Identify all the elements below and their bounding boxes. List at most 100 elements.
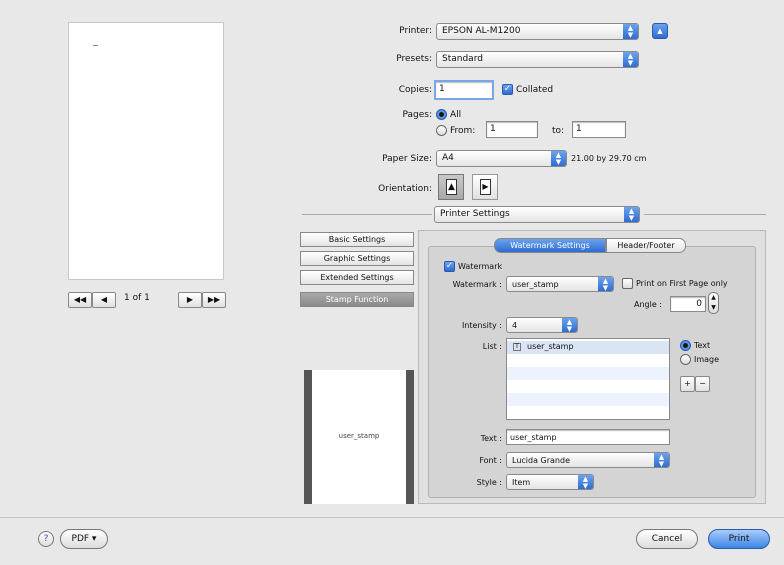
separator — [644, 214, 766, 215]
printer-value: EPSON AL-M1200 — [442, 26, 521, 36]
footer-divider — [0, 517, 784, 518]
help-button[interactable]: ? — [38, 531, 54, 547]
chevron-updown-icon: ▲ ▼ — [624, 207, 639, 222]
list-label: List : — [482, 342, 502, 351]
pages-to-input[interactable]: 1 — [572, 121, 626, 138]
list-row-empty — [507, 367, 669, 380]
prev-page-button[interactable]: ◀ — [92, 292, 116, 308]
presets-label: Presets: — [396, 54, 432, 64]
next-page-button[interactable]: ▶ — [178, 292, 202, 308]
presets-popup[interactable]: Standard ▲ ▼ — [436, 51, 639, 68]
collated-checkbox[interactable]: ✓ — [502, 84, 513, 95]
intensity-select[interactable]: 4 ▲ ▼ — [506, 317, 578, 333]
watermark-select[interactable]: user_stamp ▲ ▼ — [506, 276, 614, 292]
watermark-select-label: Watermark : — [452, 280, 502, 289]
printer-label: Printer: — [399, 26, 432, 36]
copies-label: Copies: — [398, 85, 432, 95]
last-page-button[interactable]: ▶▶ — [202, 292, 226, 308]
intensity-value: 4 — [512, 321, 518, 330]
watermark-list[interactable]: T user_stamp — [506, 338, 670, 420]
chevron-updown-icon: ▲ ▼ — [598, 277, 613, 291]
list-row-empty — [507, 393, 669, 406]
presets-value: Standard — [442, 54, 483, 64]
image-type-label: Image — [694, 355, 720, 364]
portrait-orientation-button[interactable]: ▲ — [438, 174, 464, 200]
remove-watermark-button[interactable]: − — [695, 376, 710, 392]
preview-mark — [93, 45, 98, 46]
pages-from-label: From: — [450, 126, 476, 136]
pages-from-input[interactable]: 1 — [486, 121, 538, 138]
paper-size-value: A4 — [442, 153, 454, 163]
add-watermark-button[interactable]: + — [680, 376, 695, 392]
font-value: Lucida Grande — [512, 456, 570, 465]
list-row-empty — [507, 380, 669, 393]
first-page-button[interactable]: ◀◀ — [68, 292, 92, 308]
pages-to-label: to: — [552, 126, 565, 136]
printer-popup[interactable]: EPSON AL-M1200 ▲ ▼ — [436, 23, 639, 40]
disclosure-triangle-icon: ▲ — [657, 27, 663, 35]
pages-all-label: All — [450, 110, 462, 120]
landscape-icon: ▶ — [480, 179, 491, 195]
angle-stepper[interactable]: ▲ ▼ — [708, 292, 719, 314]
help-icon: ? — [43, 534, 49, 544]
style-label: Style : — [476, 478, 502, 487]
image-type-radio[interactable] — [680, 354, 691, 365]
stepper-arrows-icon: ▲ ▼ — [711, 294, 716, 311]
intensity-label: Intensity : — [461, 321, 502, 330]
tab-stamp-function[interactable]: Stamp Function — [300, 292, 414, 307]
text-item-icon: T — [513, 343, 521, 351]
portrait-icon: ▲ — [446, 179, 457, 195]
list-item[interactable]: T user_stamp — [507, 341, 669, 354]
chevron-updown-icon: ▲ ▼ — [551, 151, 566, 166]
page-preview — [68, 22, 224, 280]
text-field-label: Text : — [480, 434, 502, 443]
cancel-button[interactable]: Cancel — [636, 529, 698, 549]
style-select[interactable]: Item ▲ ▼ — [506, 474, 594, 490]
landscape-orientation-button[interactable]: ▶ — [472, 174, 498, 200]
font-label: Font : — [479, 456, 502, 465]
text-type-label: Text — [694, 341, 711, 350]
watermark-select-value: user_stamp — [512, 280, 559, 289]
watermark-checkbox-label: Watermark — [458, 262, 503, 271]
text-type-radio[interactable] — [680, 340, 691, 351]
chevron-updown-icon: ▲ ▼ — [623, 52, 638, 67]
tab-extended-settings[interactable]: Extended Settings — [300, 270, 414, 285]
paper-dimensions: 21.00 by 29.70 cm — [571, 154, 647, 163]
pages-all-radio[interactable] — [436, 109, 447, 120]
print-button[interactable]: Print — [708, 529, 770, 549]
tab-header-footer[interactable]: Header/Footer — [606, 238, 686, 253]
tab-watermark-settings[interactable]: Watermark Settings — [494, 238, 606, 253]
watermark-checkbox[interactable]: ✓ — [444, 261, 455, 272]
stamp-preview-page: user_stamp — [312, 370, 406, 504]
chevron-updown-icon: ▲ ▼ — [562, 318, 577, 332]
first-page-only-checkbox[interactable] — [622, 278, 633, 289]
watermark-text-input[interactable]: user_stamp — [506, 429, 670, 445]
disclosure-button[interactable]: ▲ — [652, 23, 668, 39]
panel-popup[interactable]: Printer Settings ▲ ▼ — [434, 206, 640, 223]
angle-input[interactable]: 0 — [670, 296, 706, 312]
pages-from-radio[interactable] — [436, 125, 447, 136]
tab-graphic-settings[interactable]: Graphic Settings — [300, 251, 414, 266]
pages-label: Pages: — [402, 110, 432, 120]
list-row-empty — [507, 406, 669, 419]
panel-popup-value: Printer Settings — [440, 209, 510, 219]
list-item-label: user_stamp — [527, 342, 574, 351]
chevron-updown-icon: ▲ ▼ — [578, 475, 593, 489]
copies-input[interactable]: 1 — [434, 80, 494, 100]
collated-label: Collated — [516, 85, 554, 95]
list-row-empty — [507, 354, 669, 367]
style-value: Item — [512, 478, 531, 487]
angle-value: 0 — [696, 299, 702, 309]
font-select[interactable]: Lucida Grande ▲ ▼ — [506, 452, 670, 468]
chevron-updown-icon: ▲ ▼ — [654, 453, 669, 467]
paper-size-popup[interactable]: A4 ▲ ▼ — [436, 150, 567, 167]
tab-basic-settings[interactable]: Basic Settings — [300, 232, 414, 247]
chevron-updown-icon: ▲ ▼ — [623, 24, 638, 39]
stamp-preview-text: user_stamp — [338, 432, 380, 440]
pdf-menu-button[interactable]: PDF ▾ — [60, 529, 108, 549]
paper-size-label: Paper Size: — [382, 154, 432, 164]
orientation-label: Orientation: — [378, 184, 432, 194]
angle-label: Angle : — [633, 300, 662, 309]
stamp-preview: user_stamp — [304, 370, 414, 504]
first-page-only-label: Print on First Page only — [636, 279, 728, 288]
